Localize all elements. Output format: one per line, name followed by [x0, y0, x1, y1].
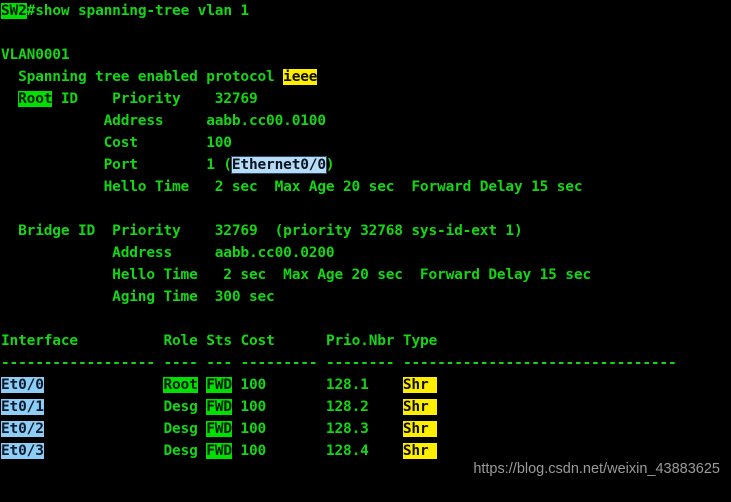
- gap-e: [394, 333, 403, 349]
- cell-sts: FWD: [206, 377, 232, 393]
- cell-cost-prio: 100 128.3: [231, 421, 403, 437]
- protocol-label: Spanning tree enabled protocol: [1, 69, 284, 85]
- sep-type: --------------------------------: [402, 355, 677, 371]
- cell-role: Desg: [163, 399, 198, 415]
- cell-cost-prio: 100 128.2: [231, 399, 403, 415]
- table-row[interactable]: Et0/1 Desg FWD 100 128.2 Shr: [0, 396, 677, 418]
- sep-gap-b: [198, 355, 207, 371]
- header-interface: Interface: [1, 333, 78, 349]
- bridge-timers-line: Hello Time 2 sec Max Age 20 sec Forward …: [1, 267, 591, 283]
- prompt-sigil-top: #: [26, 3, 36, 19]
- header-sts: Sts: [206, 333, 232, 349]
- cell-sts: FWD: [206, 421, 232, 437]
- cell-type: Shr: [402, 443, 438, 459]
- sep-role: ----: [163, 355, 198, 371]
- sep-gap-e: [394, 355, 403, 371]
- sep-sts: ---: [206, 355, 232, 371]
- cell-interface: Et0/1: [1, 399, 44, 415]
- cell-cost-prio: 100 128.1: [231, 377, 403, 393]
- protocol-value: ieee: [283, 69, 318, 85]
- root-priority: ID Priority 32769: [52, 91, 258, 107]
- root-port-value[interactable]: Ethernet0/0: [230, 156, 327, 174]
- sep-interface: ------------------: [1, 355, 155, 371]
- header-prio-nbr: Prio.Nbr: [325, 333, 395, 349]
- cell-interface: Et0/2: [1, 421, 44, 437]
- root-label: Root: [18, 91, 53, 107]
- cell-type: Shr: [402, 399, 438, 415]
- root-address-line: Address aabb.cc00.0100: [1, 113, 326, 129]
- root-id-line: Root ID Priority 32769: [0, 88, 677, 110]
- bridge-address-line: Address aabb.cc00.0200: [1, 245, 335, 261]
- prompt-host-top: SW2: [1, 3, 27, 19]
- cell-gap: [198, 421, 207, 437]
- root-port-suffix: ): [325, 157, 335, 173]
- cell-gap: [44, 399, 164, 415]
- sep-prio-nbr: --------: [325, 355, 395, 371]
- root-port-line: Port 1 (Ethernet0/0): [0, 154, 677, 176]
- sep-gap-d: [317, 355, 326, 371]
- table-row[interactable]: Et0/0 Root FWD 100 128.1 Shr: [0, 374, 677, 396]
- table-row[interactable]: Et0/2 Desg FWD 100 128.3 Shr: [0, 418, 677, 440]
- table-separator-row: ------------------ ---- --- --------- --…: [0, 352, 677, 374]
- header-type: Type: [402, 333, 438, 349]
- cell-gap: [44, 421, 164, 437]
- header-cost: Cost: [240, 333, 275, 349]
- terminal-window[interactable]: SW2#show spanning-tree vlan 1 VLAN0001 S…: [0, 0, 731, 502]
- bridge-priority-line: Bridge ID Priority 32769 (priority 32768…: [1, 223, 523, 239]
- cell-interface: Et0/0: [1, 377, 44, 393]
- cell-sts: FWD: [206, 399, 232, 415]
- cell-role: Desg: [163, 443, 198, 459]
- table-rows-container: Et0/0 Root FWD 100 128.1 Shr Et0/1 Desg …: [0, 374, 677, 462]
- cell-type: Shr: [402, 421, 438, 437]
- gap-d: [275, 333, 326, 349]
- table-header-row: Interface Role Sts Cost Prio.Nbr Type: [0, 330, 677, 352]
- root-cost-line: Cost 100: [1, 135, 232, 151]
- cell-sts: FWD: [206, 443, 232, 459]
- bridge-aging-line: Aging Time 300 sec: [1, 289, 275, 305]
- header-role: Role: [163, 333, 198, 349]
- cell-gap: [198, 443, 207, 459]
- cell-gap: [44, 443, 164, 459]
- cell-interface: Et0/3: [1, 443, 44, 459]
- sep-cost: ---------: [240, 355, 318, 371]
- terminal-screen[interactable]: SW2#show spanning-tree vlan 1 VLAN0001 S…: [0, 0, 677, 502]
- cell-role: Desg: [163, 421, 198, 437]
- cell-role: Root: [163, 377, 198, 393]
- gap-a: [78, 333, 164, 349]
- cell-gap: [198, 399, 207, 415]
- gap-b: [198, 333, 207, 349]
- protocol-line: Spanning tree enabled protocol ieee: [0, 66, 677, 88]
- root-indent: [1, 91, 18, 107]
- command-line: SW2#show spanning-tree vlan 1: [0, 0, 677, 22]
- command-text: show spanning-tree vlan 1: [35, 3, 249, 19]
- root-port-label: Port 1 (: [1, 157, 232, 173]
- watermark-url: https://blog.csdn.net/weixin_43883625: [473, 461, 720, 477]
- cell-type: Shr: [402, 377, 438, 393]
- cell-gap: [198, 377, 207, 393]
- cell-cost-prio: 100 128.4: [231, 443, 403, 459]
- cell-gap: [44, 377, 164, 393]
- vlan-title: VLAN0001: [1, 47, 70, 63]
- root-timers-line: Hello Time 2 sec Max Age 20 sec Forward …: [1, 179, 583, 195]
